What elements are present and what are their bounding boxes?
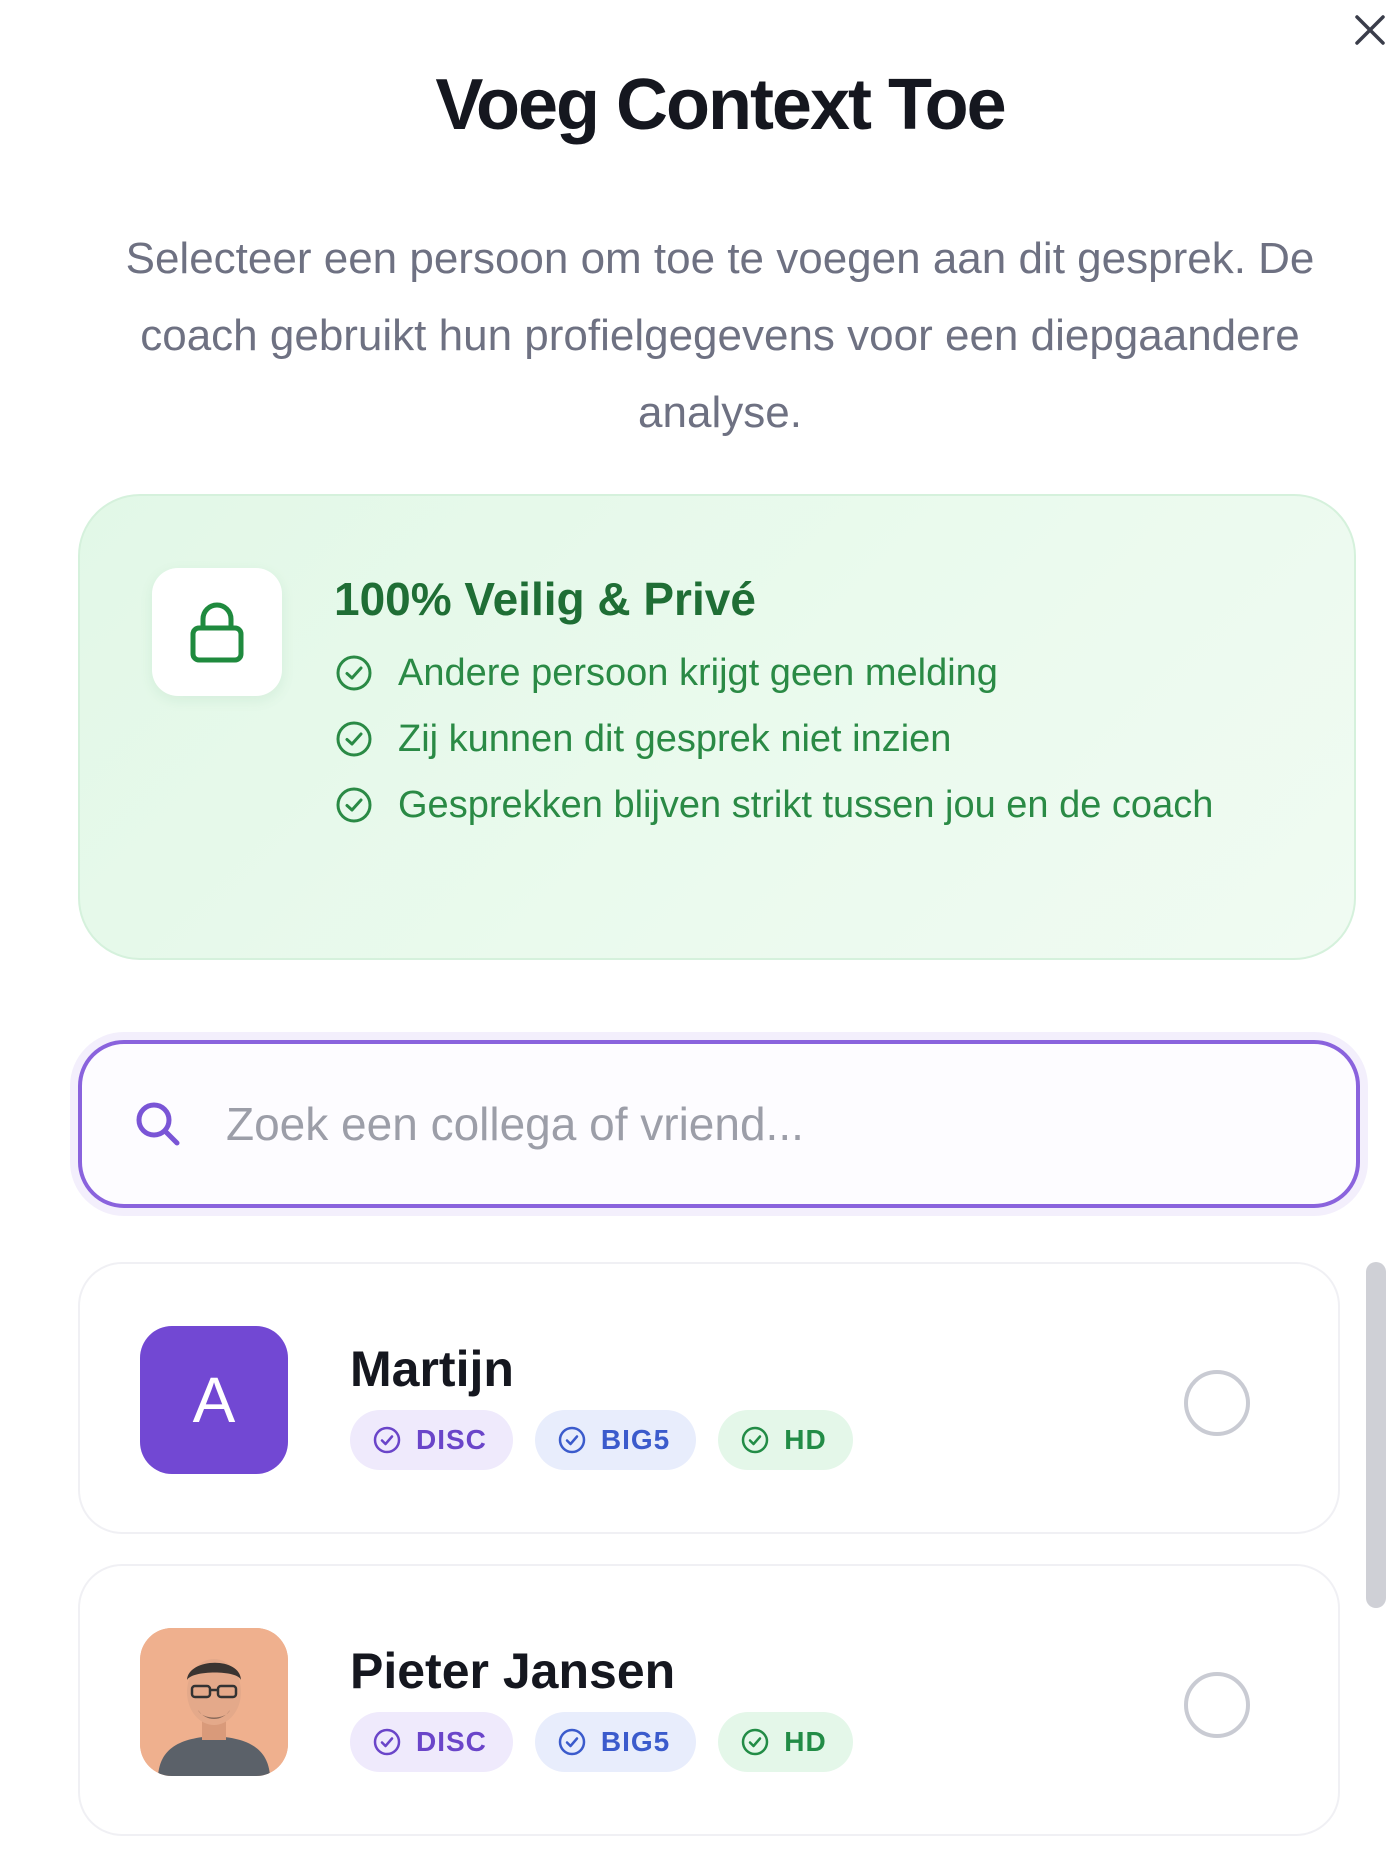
check-circle-icon <box>372 1425 402 1455</box>
select-radio[interactable] <box>1184 1672 1250 1738</box>
badge-hd: HD <box>718 1410 853 1470</box>
search-box[interactable] <box>78 1040 1360 1208</box>
profile-badges: DISC BIG5 HD <box>350 1410 875 1470</box>
add-context-dialog: Voeg Context Toe Selecteer een persoon o… <box>0 0 1400 1850</box>
search-input[interactable] <box>226 1097 1276 1151</box>
check-circle-icon <box>372 1727 402 1757</box>
privacy-card: 100% Veilig & Privé Andere persoon krijg… <box>78 494 1356 960</box>
privacy-item: Andere persoon krijgt geen melding <box>334 646 1294 700</box>
badge-label: DISC <box>416 1424 487 1455</box>
dialog-title: Voeg Context Toe <box>435 65 1006 145</box>
check-circle-icon <box>334 652 376 694</box>
badge-label: DISC <box>416 1726 487 1757</box>
person-row-pieter-jansen[interactable]: Pieter Jansen DISC BIG5 HD <box>78 1564 1340 1836</box>
privacy-item-text: Zij kunnen dit gesprek niet inzien <box>398 718 952 760</box>
privacy-list: Andere persoon krijgt geen melding Zij k… <box>334 646 1294 844</box>
avatar: A <box>140 1326 288 1474</box>
badge-disc: DISC <box>350 1712 513 1772</box>
check-circle-icon <box>557 1727 587 1757</box>
lock-icon <box>190 602 244 663</box>
profile-badges: DISC BIG5 HD <box>350 1712 875 1772</box>
badge-label: BIG5 <box>600 1424 671 1455</box>
privacy-item: Gesprekken blijven strikt tussen jou en … <box>334 778 1294 832</box>
check-circle-icon <box>740 1727 770 1757</box>
check-circle-icon <box>740 1425 770 1455</box>
person-name: Pieter Jansen <box>350 1643 676 1699</box>
person-photo-icon <box>140 1628 288 1776</box>
select-radio[interactable] <box>1184 1370 1250 1436</box>
privacy-item-text: Andere persoon krijgt geen melding <box>398 652 998 694</box>
search-icon <box>132 1096 188 1152</box>
scrollbar-thumb[interactable] <box>1366 1262 1386 1608</box>
check-circle-icon <box>334 718 376 760</box>
avatar <box>140 1628 288 1776</box>
dialog-subtitle: Selecteer een persoon om toe te voegen a… <box>125 234 1315 437</box>
person-row-martijn[interactable]: A Martijn DISC BIG5 HD <box>78 1262 1340 1534</box>
badge-label: HD <box>784 1726 827 1757</box>
close-button[interactable] <box>1340 0 1400 60</box>
privacy-item: Zij kunnen dit gesprek niet inzien <box>334 712 1294 766</box>
list-scrollbar[interactable] <box>1366 1262 1386 1850</box>
privacy-item-text: Gesprekken blijven strikt tussen jou en … <box>398 784 1214 826</box>
badge-disc: DISC <box>350 1410 513 1470</box>
badge-label: BIG5 <box>600 1726 671 1757</box>
badge-big5: BIG5 <box>534 1410 697 1470</box>
badge-hd: HD <box>718 1712 853 1772</box>
person-name: Martijn <box>350 1341 514 1397</box>
badge-big5: BIG5 <box>534 1712 697 1772</box>
close-icon <box>1355 15 1385 45</box>
check-circle-icon <box>557 1425 587 1455</box>
check-circle-icon <box>334 784 376 826</box>
badge-label: HD <box>784 1424 827 1455</box>
lock-badge <box>152 568 282 696</box>
privacy-title: 100% Veilig & Privé <box>334 573 756 625</box>
